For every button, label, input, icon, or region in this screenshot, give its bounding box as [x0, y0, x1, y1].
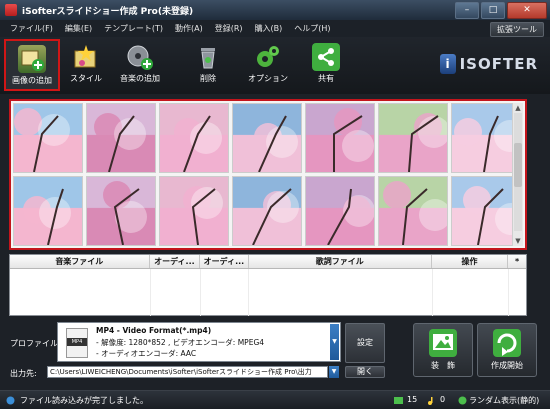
menu-edit[interactable]: 編集(E): [59, 23, 98, 34]
profile-label: プロファイル:: [10, 339, 61, 348]
maximize-button[interactable]: □: [481, 2, 505, 19]
share-label: 共有: [318, 74, 334, 83]
add-image-icon: [18, 45, 46, 73]
add-image-button[interactable]: 画像の追加: [4, 39, 60, 91]
col-audio-2[interactable]: オーディ...: [200, 255, 249, 268]
add-music-label: 音楽の追加: [120, 74, 160, 83]
delete-label: 削除: [200, 74, 216, 83]
status-message: ファイル読み込みが完了しました。: [20, 396, 148, 405]
image-thumbnail[interactable]: [86, 176, 156, 246]
picture-frame-icon: [429, 329, 457, 357]
start-arrow-icon: [493, 329, 521, 357]
browse-path-button[interactable]: ▼: [329, 366, 339, 378]
decorate-label: 装 飾: [431, 361, 455, 370]
random-icon: [458, 396, 467, 405]
image-thumbnail[interactable]: [159, 103, 229, 173]
logo-text: ISOFTER: [459, 55, 538, 73]
image-thumbnail[interactable]: [86, 103, 156, 173]
thumbnail-grid: [13, 103, 521, 246]
col-operation[interactable]: 操作: [432, 255, 509, 268]
close-button[interactable]: ✕: [507, 2, 547, 19]
decorate-button[interactable]: 装 飾: [413, 323, 473, 377]
status-bar: ファイル読み込みが完了しました。 15 0 ランダム表示(静的): [0, 390, 550, 409]
music-count: 0: [440, 395, 446, 404]
menu-bar: ファイル(F) 編集(E) テンプレート(T) 動作(A) 登録(R) 購入(B…: [0, 20, 550, 37]
scroll-up-arrow[interactable]: ▲: [513, 103, 523, 113]
extension-tools-button[interactable]: 拡張ツール: [490, 22, 544, 37]
image-thumbnail[interactable]: [305, 176, 375, 246]
image-thumbnail[interactable]: [378, 103, 448, 173]
image-thumbnail[interactable]: [13, 103, 83, 173]
open-button[interactable]: 開く: [345, 366, 385, 378]
image-thumbnail[interactable]: [451, 103, 521, 173]
image-thumbnail-panel: ▲ ▼: [9, 99, 527, 250]
scroll-down-arrow[interactable]: ▼: [513, 236, 523, 246]
options-label: オプション: [248, 74, 288, 83]
scroll-thumb[interactable]: [514, 143, 522, 187]
add-image-label: 画像の追加: [12, 76, 52, 85]
app-window: iSofterスライドショー作成 Pro(未登録) – □ ✕ ファイル(F) …: [0, 0, 550, 409]
output-path-field[interactable]: C:\Users\LIWEICHENG\Documents\iSofter\iS…: [47, 366, 328, 378]
mp4-file-icon-text: MP4: [67, 338, 87, 346]
style-label: スタイル: [70, 74, 102, 83]
menu-help[interactable]: ヘルプ(H): [288, 23, 336, 34]
delete-button[interactable]: 削除: [180, 39, 236, 91]
col-music-file[interactable]: 音楽ファイル: [10, 255, 150, 268]
col-lyrics-file[interactable]: 歌詞ファイル: [249, 255, 432, 268]
music-note-icon: [428, 397, 433, 405]
profile-dropdown-arrow[interactable]: ▼: [330, 324, 339, 360]
profile-resolution: - 解像度: 1280*852 , ビデオエンコーダ: MPEG4: [96, 338, 265, 347]
toolbar: 画像の追加 スタイル 音楽の追加 削除 オプション 共有 i ISOFTER: [0, 37, 550, 94]
window-title: iSofterスライドショー作成 Pro(未登録): [22, 6, 194, 17]
options-button[interactable]: オプション: [240, 39, 296, 91]
image-count-icon: [394, 397, 403, 404]
image-thumbnail[interactable]: [305, 103, 375, 173]
add-music-button[interactable]: 音楽の追加: [112, 39, 168, 91]
isofter-logo: i ISOFTER: [439, 53, 538, 75]
profile-audio: - オーディオエンコーダ: AAC: [96, 349, 197, 358]
profile-selector[interactable]: MP4 MP4 - Video Format(*.mp4) - 解像度: 128…: [57, 322, 341, 362]
image-thumbnail[interactable]: [13, 176, 83, 246]
col-star[interactable]: *: [508, 255, 526, 268]
add-music-icon: [126, 43, 154, 71]
gear-icon: [254, 43, 282, 71]
music-table-body: [10, 269, 526, 316]
app-icon: [5, 4, 17, 16]
settings-button[interactable]: 設定: [345, 323, 385, 363]
image-count: 15: [407, 395, 418, 404]
mp4-file-icon: MP4: [66, 328, 88, 358]
image-thumbnail[interactable]: [159, 176, 229, 246]
image-thumbnail[interactable]: [451, 176, 521, 246]
image-thumbnail[interactable]: [378, 176, 448, 246]
image-thumbnail[interactable]: [232, 176, 302, 246]
share-icon: [312, 43, 340, 71]
menu-file[interactable]: ファイル(F): [0, 23, 59, 34]
col-audio-1[interactable]: オーディ...: [150, 255, 201, 268]
style-button[interactable]: スタイル: [58, 39, 114, 91]
minimize-button[interactable]: –: [455, 2, 479, 19]
menu-buy[interactable]: 購入(B): [249, 23, 289, 34]
music-table: 音楽ファイル オーディ... オーディ... 歌詞ファイル 操作 *: [9, 254, 527, 316]
image-thumbnail[interactable]: [232, 103, 302, 173]
start-create-button[interactable]: 作成開始: [477, 323, 537, 377]
menu-action[interactable]: 動作(A): [169, 23, 209, 34]
thumbnail-scrollbar[interactable]: ▲ ▼: [512, 103, 523, 246]
menu-register[interactable]: 登録(R): [209, 23, 249, 34]
style-icon: [72, 43, 100, 71]
trash-icon: [194, 43, 222, 71]
window-controls: – □ ✕: [455, 2, 547, 19]
profile-title: MP4 - Video Format(*.mp4): [96, 326, 212, 335]
info-icon: [6, 396, 15, 405]
menu-template[interactable]: テンプレート(T): [98, 23, 169, 34]
music-table-header: 音楽ファイル オーディ... オーディ... 歌詞ファイル 操作 *: [10, 255, 526, 269]
start-create-label: 作成開始: [491, 361, 523, 370]
share-button[interactable]: 共有: [298, 39, 354, 91]
random-display-label: ランダム表示(静的): [469, 396, 540, 405]
title-bar: iSofterスライドショー作成 Pro(未登録) – □ ✕: [0, 0, 550, 20]
output-path-label: 出力先:: [10, 369, 37, 378]
logo-mark: i: [439, 54, 456, 74]
